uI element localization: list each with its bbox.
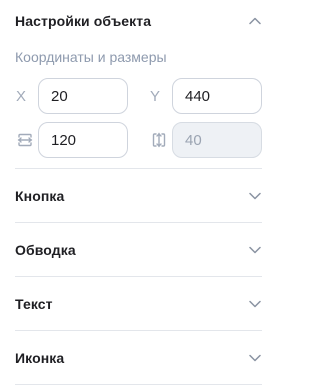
section-text-header[interactable]: Текст xyxy=(15,294,262,314)
y-field-group: Y xyxy=(150,78,262,114)
chevron-down-icon[interactable] xyxy=(248,297,262,311)
section-title: Настройки объекта xyxy=(15,13,152,29)
section-title: Текст xyxy=(15,296,53,312)
coordinates-subtitle: Координаты и размеры xyxy=(15,49,167,65)
chevron-down-icon[interactable] xyxy=(248,243,262,257)
y-input[interactable] xyxy=(172,78,262,114)
height-input xyxy=(172,122,262,158)
width-field-group xyxy=(16,122,128,158)
height-field-group xyxy=(150,122,262,158)
x-field-group: X xyxy=(16,78,128,114)
section-title: Кнопка xyxy=(15,188,65,204)
object-settings-panel: Настройки объекта Координаты и размеры X… xyxy=(0,0,278,387)
chevron-down-icon[interactable] xyxy=(248,189,262,203)
object-settings-header[interactable]: Настройки объекта xyxy=(15,11,262,31)
section-divider xyxy=(15,330,262,331)
y-label: Y xyxy=(150,87,161,105)
chevron-down-icon[interactable] xyxy=(248,351,262,365)
section-divider xyxy=(15,276,262,277)
chevron-up-icon[interactable] xyxy=(248,14,262,28)
width-input[interactable] xyxy=(38,122,128,158)
section-title: Обводка xyxy=(15,242,76,258)
section-icon-header[interactable]: Иконка xyxy=(15,348,262,368)
x-label: X xyxy=(16,87,27,105)
section-title: Иконка xyxy=(15,350,65,366)
width-resize-icon xyxy=(16,129,38,151)
x-input[interactable] xyxy=(38,78,128,114)
section-divider xyxy=(15,222,262,223)
section-divider xyxy=(15,168,262,169)
height-resize-icon xyxy=(150,129,172,151)
section-divider xyxy=(15,384,262,385)
section-stroke-header[interactable]: Обводка xyxy=(15,240,262,260)
section-button-header[interactable]: Кнопка xyxy=(15,186,262,206)
